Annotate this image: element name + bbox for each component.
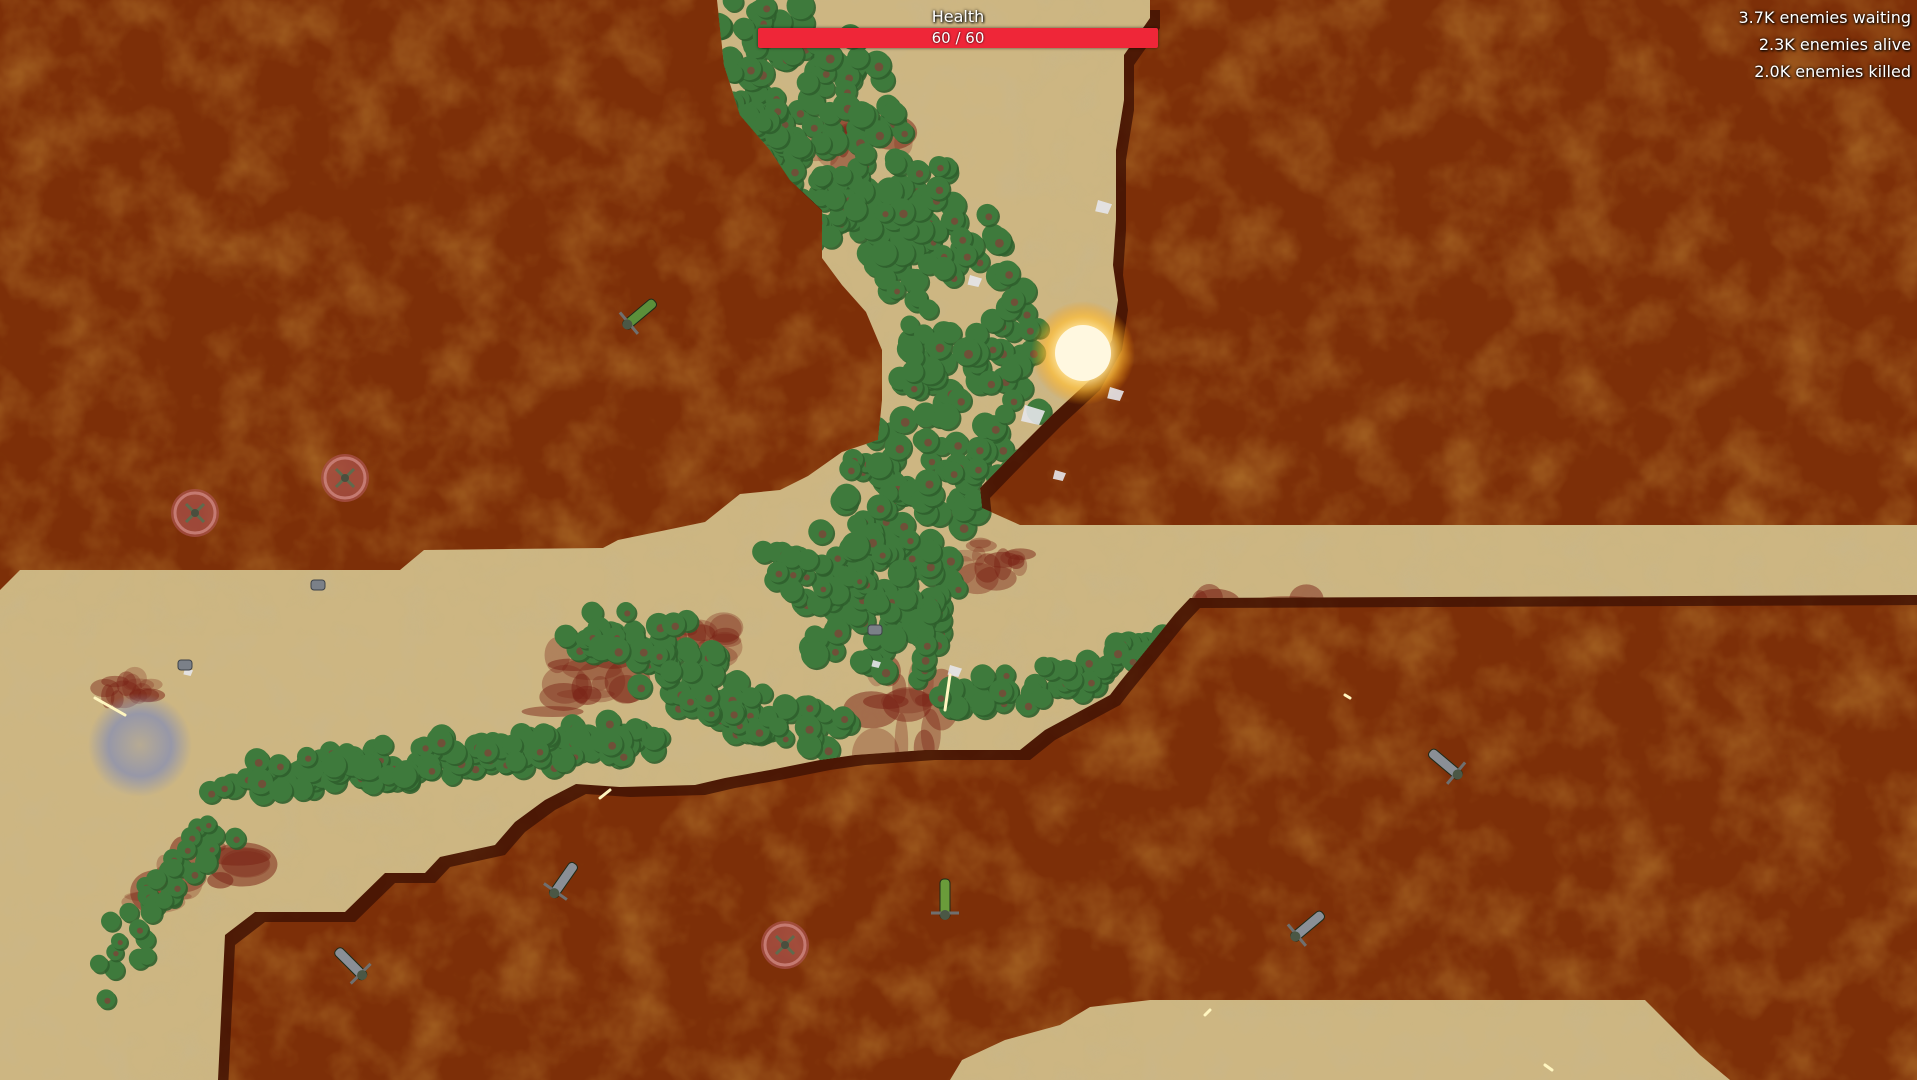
enemies-killed-stat: 2.0K enemies killed bbox=[1754, 62, 1911, 81]
health-value-text: 60 / 60 bbox=[931, 29, 985, 47]
health-bar: 60 / 60 bbox=[758, 28, 1158, 48]
enemies-waiting-stat: 3.7K enemies waiting bbox=[1738, 8, 1912, 27]
turret-emplacement bbox=[171, 489, 219, 537]
turret-emplacement bbox=[761, 921, 809, 969]
game-map[interactable] bbox=[0, 0, 1917, 1080]
turret-emplacement bbox=[321, 454, 369, 502]
health-label: Health bbox=[931, 7, 985, 26]
drone-unit bbox=[867, 624, 883, 636]
enemies-alive-stat: 2.3K enemies alive bbox=[1758, 35, 1911, 54]
enemy-stats-panel: 3.7K enemies waiting 2.3K enemies alive … bbox=[1739, 4, 1912, 85]
drone-unit bbox=[310, 579, 326, 591]
game-viewport[interactable]: Health 60 / 60 3.7K enemies waiting 2.3K… bbox=[0, 0, 1917, 1080]
health-panel: Health 60 / 60 bbox=[758, 6, 1158, 48]
smoke-cloud bbox=[88, 693, 192, 797]
explosion-core bbox=[1055, 325, 1111, 381]
drone-unit bbox=[177, 659, 193, 671]
